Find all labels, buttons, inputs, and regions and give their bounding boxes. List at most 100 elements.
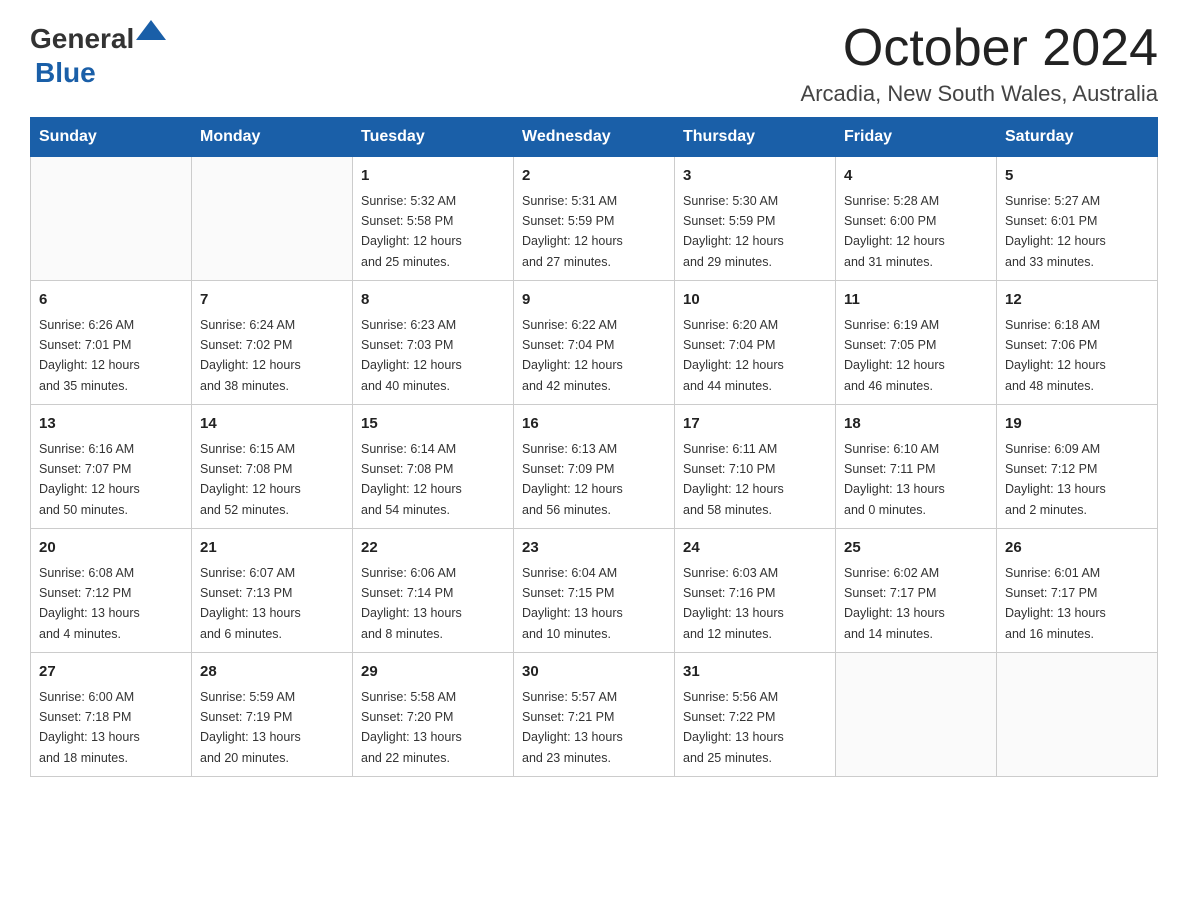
- calendar-cell: 12 Sunrise: 6:18 AMSunset: 7:06 PMDayligh…: [997, 281, 1158, 405]
- weekday-header-tuesday: Tuesday: [353, 118, 514, 157]
- day-info: Sunrise: 6:10 AMSunset: 7:11 PMDaylight:…: [844, 442, 945, 517]
- calendar-cell: 2 Sunrise: 5:31 AMSunset: 5:59 PMDaylight…: [514, 157, 675, 281]
- day-info: Sunrise: 6:15 AMSunset: 7:08 PMDaylight:…: [200, 442, 301, 517]
- day-info: Sunrise: 5:58 AMSunset: 7:20 PMDaylight:…: [361, 690, 462, 765]
- day-info: Sunrise: 6:19 AMSunset: 7:05 PMDaylight:…: [844, 318, 945, 393]
- day-number: 16: [522, 413, 666, 436]
- day-number: 29: [361, 661, 505, 684]
- day-info: Sunrise: 5:27 AMSunset: 6:01 PMDaylight:…: [1005, 194, 1106, 269]
- day-number: 10: [683, 289, 827, 312]
- calendar-cell: [836, 653, 997, 777]
- day-number: 2: [522, 165, 666, 188]
- day-number: 23: [522, 537, 666, 560]
- calendar-week-row: 13 Sunrise: 6:16 AMSunset: 7:07 PMDayligh…: [31, 405, 1158, 529]
- day-number: 14: [200, 413, 344, 436]
- calendar-cell: 7 Sunrise: 6:24 AMSunset: 7:02 PMDaylight…: [192, 281, 353, 405]
- day-number: 28: [200, 661, 344, 684]
- calendar-cell: 28Sunrise: 5:59 AMSunset: 7:19 PMDayligh…: [192, 653, 353, 777]
- calendar-week-row: 1 Sunrise: 5:32 AMSunset: 5:58 PMDaylight…: [31, 157, 1158, 281]
- day-info: Sunrise: 6:26 AMSunset: 7:01 PMDaylight:…: [39, 318, 140, 393]
- day-number: 5: [1005, 165, 1149, 188]
- calendar-cell: 26 Sunrise: 6:01 AMSunset: 7:17 PMDayligh…: [997, 529, 1158, 653]
- calendar-cell: 18Sunrise: 6:10 AMSunset: 7:11 PMDayligh…: [836, 405, 997, 529]
- day-info: Sunrise: 6:06 AMSunset: 7:14 PMDaylight:…: [361, 566, 462, 641]
- calendar-cell: 9 Sunrise: 6:22 AMSunset: 7:04 PMDaylight…: [514, 281, 675, 405]
- calendar-body: 1 Sunrise: 5:32 AMSunset: 5:58 PMDaylight…: [31, 157, 1158, 777]
- calendar-cell: 8 Sunrise: 6:23 AMSunset: 7:03 PMDaylight…: [353, 281, 514, 405]
- page-header: General Blue October 2024 Arcadia, New S…: [30, 20, 1158, 107]
- logo: General Blue: [30, 20, 166, 89]
- day-number: 30: [522, 661, 666, 684]
- day-number: 26: [1005, 537, 1149, 560]
- day-number: 12: [1005, 289, 1149, 312]
- day-info: Sunrise: 6:09 AMSunset: 7:12 PMDaylight:…: [1005, 442, 1106, 517]
- calendar-cell: 21Sunrise: 6:07 AMSunset: 7:13 PMDayligh…: [192, 529, 353, 653]
- calendar-table: SundayMondayTuesdayWednesdayThursdayFrid…: [30, 117, 1158, 777]
- weekday-header-monday: Monday: [192, 118, 353, 157]
- calendar-cell: 23 Sunrise: 6:04 AMSunset: 7:15 PMDayligh…: [514, 529, 675, 653]
- day-number: 17: [683, 413, 827, 436]
- weekday-header-thursday: Thursday: [675, 118, 836, 157]
- day-info: Sunrise: 6:22 AMSunset: 7:04 PMDaylight:…: [522, 318, 623, 393]
- calendar-week-row: 20 Sunrise: 6:08 AMSunset: 7:12 PMDayligh…: [31, 529, 1158, 653]
- location: Arcadia, New South Wales, Australia: [801, 81, 1158, 107]
- calendar-cell: 27 Sunrise: 6:00 AMSunset: 7:18 PMDayligh…: [31, 653, 192, 777]
- day-number: 8: [361, 289, 505, 312]
- calendar-header: SundayMondayTuesdayWednesdayThursdayFrid…: [31, 118, 1158, 157]
- day-info: Sunrise: 5:32 AMSunset: 5:58 PMDaylight:…: [361, 194, 462, 269]
- calendar-cell: 6 Sunrise: 6:26 AMSunset: 7:01 PMDaylight…: [31, 281, 192, 405]
- logo-general: General: [30, 23, 134, 55]
- day-info: Sunrise: 6:01 AMSunset: 7:17 PMDaylight:…: [1005, 566, 1106, 641]
- day-number: 6: [39, 289, 183, 312]
- day-info: Sunrise: 5:30 AMSunset: 5:59 PMDaylight:…: [683, 194, 784, 269]
- calendar-cell: [997, 653, 1158, 777]
- weekday-header-friday: Friday: [836, 118, 997, 157]
- day-info: Sunrise: 6:18 AMSunset: 7:06 PMDaylight:…: [1005, 318, 1106, 393]
- calendar-cell: 4Sunrise: 5:28 AMSunset: 6:00 PMDaylight…: [836, 157, 997, 281]
- calendar-cell: 5 Sunrise: 5:27 AMSunset: 6:01 PMDaylight…: [997, 157, 1158, 281]
- day-info: Sunrise: 6:16 AMSunset: 7:07 PMDaylight:…: [39, 442, 140, 517]
- calendar-cell: 16 Sunrise: 6:13 AMSunset: 7:09 PMDayligh…: [514, 405, 675, 529]
- calendar-cell: 10Sunrise: 6:20 AMSunset: 7:04 PMDayligh…: [675, 281, 836, 405]
- calendar-cell: 29 Sunrise: 5:58 AMSunset: 7:20 PMDayligh…: [353, 653, 514, 777]
- day-info: Sunrise: 6:02 AMSunset: 7:17 PMDaylight:…: [844, 566, 945, 641]
- calendar-week-row: 6 Sunrise: 6:26 AMSunset: 7:01 PMDaylight…: [31, 281, 1158, 405]
- calendar-cell: 31 Sunrise: 5:56 AMSunset: 7:22 PMDayligh…: [675, 653, 836, 777]
- day-info: Sunrise: 6:08 AMSunset: 7:12 PMDaylight:…: [39, 566, 140, 641]
- calendar-cell: 11Sunrise: 6:19 AMSunset: 7:05 PMDayligh…: [836, 281, 997, 405]
- day-info: Sunrise: 5:56 AMSunset: 7:22 PMDaylight:…: [683, 690, 784, 765]
- calendar-cell: 22 Sunrise: 6:06 AMSunset: 7:14 PMDayligh…: [353, 529, 514, 653]
- day-number: 24: [683, 537, 827, 560]
- day-info: Sunrise: 6:11 AMSunset: 7:10 PMDaylight:…: [683, 442, 784, 517]
- day-number: 19: [1005, 413, 1149, 436]
- day-number: 4: [844, 165, 988, 188]
- day-info: Sunrise: 6:14 AMSunset: 7:08 PMDaylight:…: [361, 442, 462, 517]
- calendar-cell: 19 Sunrise: 6:09 AMSunset: 7:12 PMDayligh…: [997, 405, 1158, 529]
- calendar-cell: 3 Sunrise: 5:30 AMSunset: 5:59 PMDaylight…: [675, 157, 836, 281]
- calendar-cell: 13 Sunrise: 6:16 AMSunset: 7:07 PMDayligh…: [31, 405, 192, 529]
- month-title: October 2024: [801, 20, 1158, 77]
- day-number: 3: [683, 165, 827, 188]
- day-info: Sunrise: 6:07 AMSunset: 7:13 PMDaylight:…: [200, 566, 301, 641]
- calendar-cell: 1 Sunrise: 5:32 AMSunset: 5:58 PMDaylight…: [353, 157, 514, 281]
- day-info: Sunrise: 6:23 AMSunset: 7:03 PMDaylight:…: [361, 318, 462, 393]
- day-info: Sunrise: 5:57 AMSunset: 7:21 PMDaylight:…: [522, 690, 623, 765]
- day-info: Sunrise: 6:00 AMSunset: 7:18 PMDaylight:…: [39, 690, 140, 765]
- logo-icon: [136, 20, 166, 50]
- day-info: Sunrise: 5:31 AMSunset: 5:59 PMDaylight:…: [522, 194, 623, 269]
- day-number: 9: [522, 289, 666, 312]
- day-number: 7: [200, 289, 344, 312]
- calendar-cell: 25Sunrise: 6:02 AMSunset: 7:17 PMDayligh…: [836, 529, 997, 653]
- weekday-header-saturday: Saturday: [997, 118, 1158, 157]
- day-number: 1: [361, 165, 505, 188]
- day-number: 31: [683, 661, 827, 684]
- day-number: 13: [39, 413, 183, 436]
- day-number: 20: [39, 537, 183, 560]
- day-info: Sunrise: 6:24 AMSunset: 7:02 PMDaylight:…: [200, 318, 301, 393]
- day-number: 27: [39, 661, 183, 684]
- day-info: Sunrise: 6:04 AMSunset: 7:15 PMDaylight:…: [522, 566, 623, 641]
- day-info: Sunrise: 6:03 AMSunset: 7:16 PMDaylight:…: [683, 566, 784, 641]
- calendar-cell: 14 Sunrise: 6:15 AMSunset: 7:08 PMDayligh…: [192, 405, 353, 529]
- day-info: Sunrise: 6:13 AMSunset: 7:09 PMDaylight:…: [522, 442, 623, 517]
- day-number: 22: [361, 537, 505, 560]
